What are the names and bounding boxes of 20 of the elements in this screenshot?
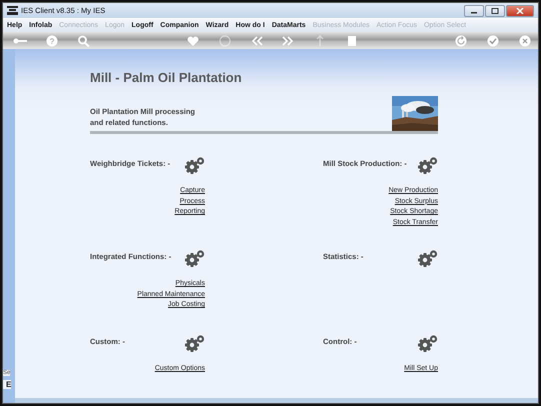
gears-icon[interactable] [417,250,438,267]
minimize-button[interactable] [464,4,484,16]
search-icon[interactable] [76,34,91,46]
back-icon[interactable] [250,34,264,46]
panel-text: E [3,380,12,389]
gears-icon[interactable] [417,157,438,174]
maximize-icon [491,8,499,14]
page-title: Mill - Palm Oil Plantation [90,71,242,87]
gears-icon[interactable] [184,335,205,352]
maximize-button[interactable] [485,4,505,16]
forward-icon[interactable] [281,34,296,46]
app-icon [7,6,18,15]
close-icon [516,8,524,14]
gears-icon[interactable] [417,335,438,352]
close-icon[interactable] [518,34,532,46]
check-icon[interactable] [486,34,500,46]
gears-icon[interactable] [184,250,205,267]
heart-icon[interactable] [186,34,200,46]
gears-icon[interactable] [184,157,205,174]
close-button[interactable] [506,4,534,16]
